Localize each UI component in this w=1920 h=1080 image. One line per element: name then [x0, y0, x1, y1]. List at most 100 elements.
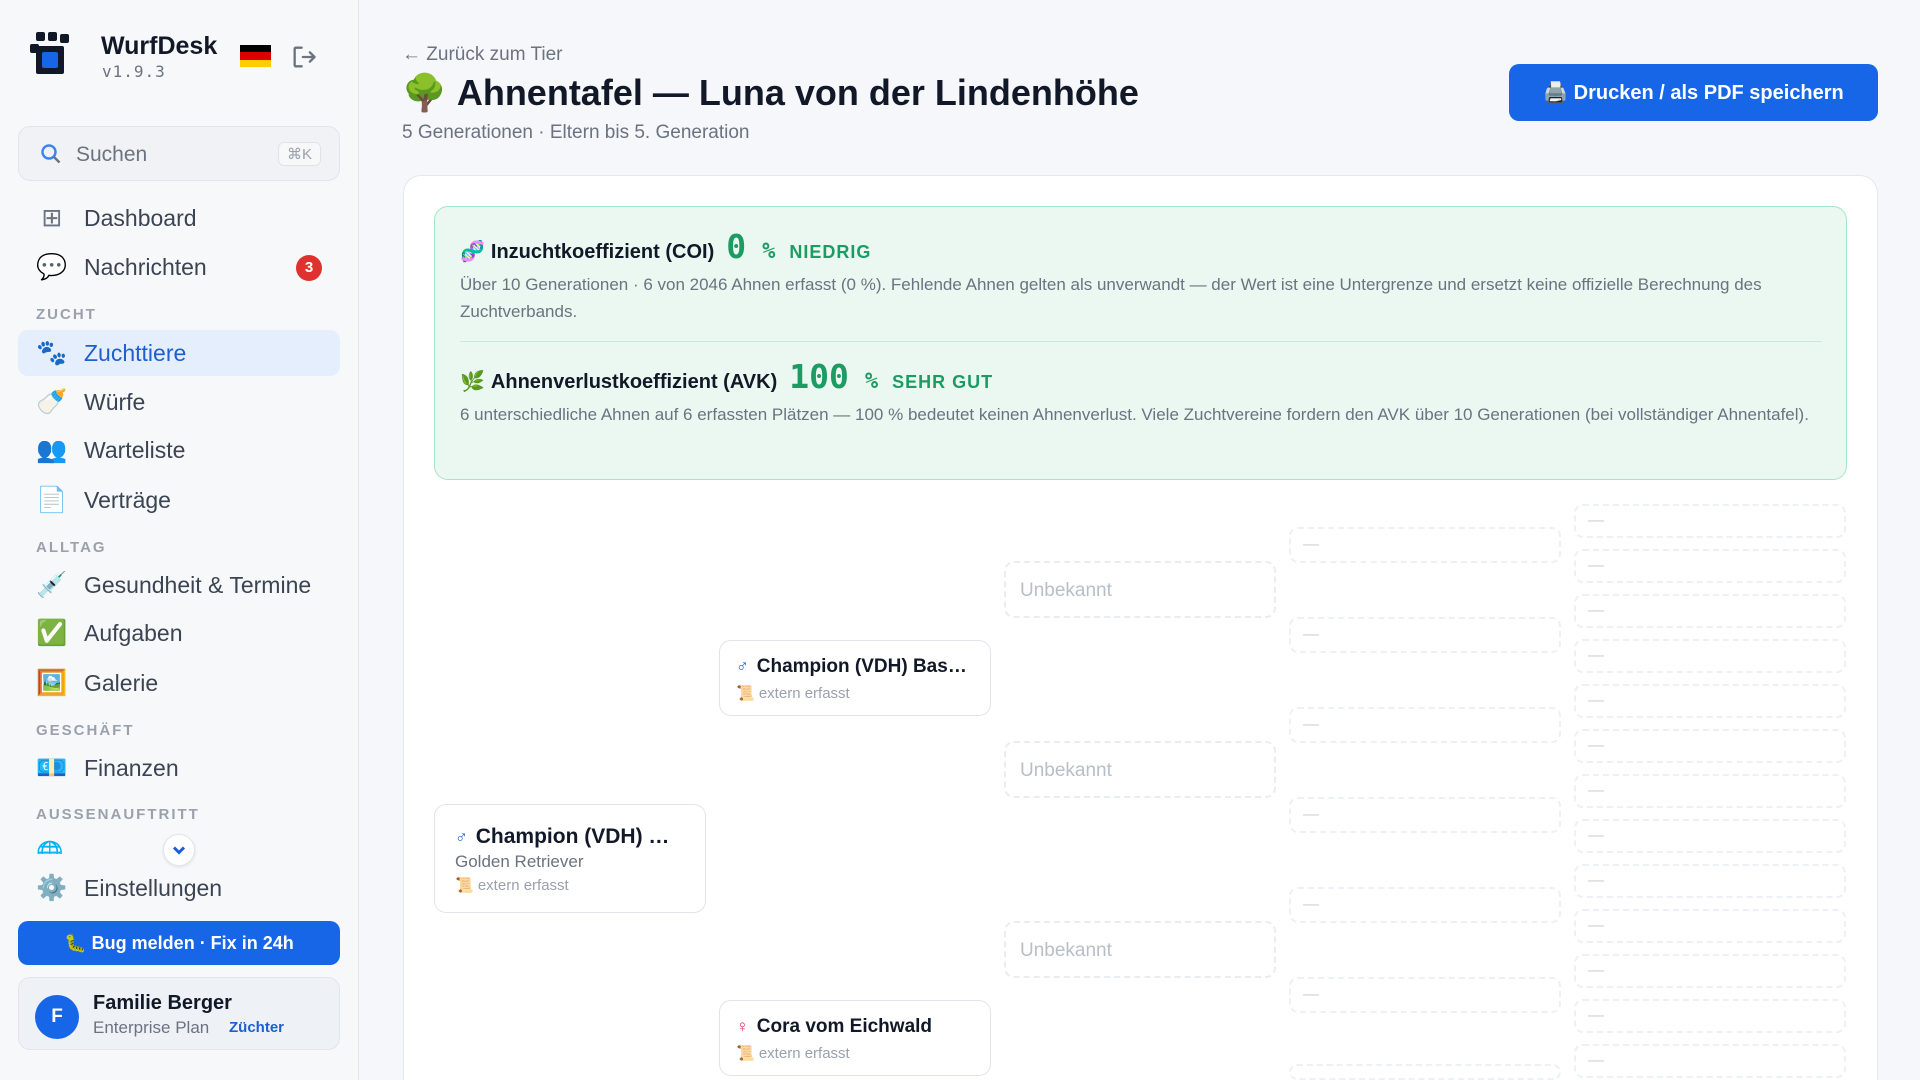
bug-report-button[interactable]: 🐛 Bug melden · Fix in 24h [18, 921, 340, 965]
search-icon [41, 144, 61, 164]
search-input[interactable]: Suchen ⌘K [18, 126, 340, 181]
pedigree-sire[interactable]: ♂ Champion (VDH) … Golden Retriever 📜 ex… [434, 804, 706, 913]
dna-icon: 🧬 [460, 241, 485, 263]
pedigree-sire-source: 📜 extern erfasst [455, 877, 569, 894]
nav-wuerfe[interactable]: 🍼 Würfe [18, 379, 340, 425]
male-icon: ♂ [736, 657, 749, 676]
nav-warteliste-label: Warteliste [84, 436, 186, 463]
nav-settings-label: Einstellungen [84, 874, 223, 901]
coi-row: 🧬 Inzuchtkoeffizient (COI) 0 % NIEDRIG [460, 227, 871, 266]
app-version: v1.9.3 [102, 62, 166, 81]
nav-settings[interactable]: ⚙️ Einstellungen [18, 865, 340, 911]
pedigree-granddam[interactable]: ♀ Cora vom Eichwald 📜 extern erfasst [719, 1000, 991, 1076]
nav-galerie[interactable]: 🖼️ Galerie [18, 660, 340, 706]
page-title: 🌳 Ahnentafel — Luna von der Lindenhöhe [402, 72, 1139, 114]
pedigree-empty: — [1289, 617, 1561, 653]
avk-row: 🌿 Ahnenverlustkoeffizient (AVK) 100 % SE… [460, 357, 993, 396]
nav-gesundheit[interactable]: 💉 Gesundheit & Termine [18, 562, 340, 608]
scroll-down-button[interactable] [163, 834, 195, 866]
nav-vertraege[interactable]: 📄 Verträge [18, 477, 340, 523]
logout-icon[interactable] [290, 43, 318, 71]
sidebar: WurfDesk v1.9.3 Suchen ⌘K ⊞ Dashboard 💬 … [0, 0, 359, 1080]
pedigree-unknown[interactable]: Unbekannt [1004, 741, 1276, 798]
user-card[interactable]: F Familie Berger Enterprise Plan Züchter [18, 977, 340, 1050]
pedigree-empty: — [1574, 684, 1846, 718]
pedigree-empty: — [1289, 527, 1561, 563]
divider [460, 341, 1822, 342]
nav-aufgaben-label: Aufgaben [84, 619, 183, 646]
document-icon: 📄 [36, 485, 68, 514]
section-alltag: ALLTAG [36, 539, 107, 556]
pedigree-empty [1289, 1064, 1561, 1080]
pedigree-grandsire[interactable]: ♂ Champion (VDH) Bas… 📜 extern erfasst [719, 640, 991, 716]
user-role: Züchter [229, 1019, 285, 1036]
nav-zuchttiere-label: Zuchttiere [84, 339, 187, 366]
avk-rating: SEHR GUT [892, 372, 994, 392]
baby-bottle-icon: 🍼 [36, 387, 68, 416]
male-icon: ♂ [455, 828, 468, 847]
nav-dashboard-label: Dashboard [84, 204, 197, 231]
pedigree-granddam-header: ♀ Cora vom Eichwald [736, 1016, 980, 1038]
coefficients-panel: 🧬 Inzuchtkoeffizient (COI) 0 % NIEDRIG Ü… [434, 206, 1847, 480]
pedigree-empty: — [1574, 819, 1846, 853]
picture-icon: 🖼️ [36, 668, 68, 697]
pedigree-unknown[interactable]: Unbekannt [1004, 921, 1276, 978]
app-name: WurfDesk [101, 32, 218, 60]
nav-zuchttiere[interactable]: 🐾 Zuchttiere [18, 330, 340, 376]
syringe-icon: 💉 [36, 570, 68, 599]
section-geschaeft: GESCHÄFT [36, 722, 135, 739]
search-shortcut: ⌘K [277, 142, 321, 166]
pedigree-grandsire-name: Champion (VDH) Bas… [756, 656, 967, 677]
pedigree-empty: — [1574, 774, 1846, 808]
search-placeholder: Suchen [76, 143, 148, 166]
herb-icon: 🌿 [460, 371, 485, 393]
nav-finanzen[interactable]: 💶 Finanzen [18, 745, 340, 791]
nav-galerie-label: Galerie [84, 669, 159, 696]
gear-icon: ⚙️ [36, 873, 68, 902]
female-icon: ♀ [736, 1017, 749, 1036]
pedigree-unknown[interactable]: Unbekannt [1004, 561, 1276, 618]
coi-rating: NIEDRIG [789, 242, 872, 262]
money-icon: 💶 [36, 753, 68, 782]
pedigree-empty: — [1574, 1044, 1846, 1078]
user-name: Familie Berger [93, 992, 232, 1014]
page-subtitle: 5 Generationen · Eltern bis 5. Generatio… [402, 122, 750, 143]
pedigree-empty: — [1289, 707, 1561, 743]
pedigree-empty: — [1574, 864, 1846, 898]
nav-warteliste[interactable]: 👥 Warteliste [18, 427, 340, 473]
pedigree-empty: — [1574, 504, 1846, 538]
nav-finanzen-label: Finanzen [84, 754, 179, 781]
avk-description: 6 unterschiedliche Ahnen auf 6 erfassten… [460, 405, 1809, 424]
pedigree-empty: — [1574, 549, 1846, 583]
pedigree-empty: — [1289, 887, 1561, 923]
people-icon: 👥 [36, 435, 68, 464]
print-button[interactable]: 🖨️ Drucken / als PDF speichern [1509, 64, 1878, 121]
pedigree-granddam-name: Cora vom Eichwald [756, 1016, 933, 1037]
back-link[interactable]: ← Zurück zum Tier [402, 44, 562, 66]
coi-value: 0 [726, 227, 747, 266]
nav-gesundheit-label: Gesundheit & Termine [84, 571, 312, 598]
pedigree-empty: — [1574, 729, 1846, 763]
avk-unit: % [864, 369, 879, 394]
pedigree-empty: — [1574, 999, 1846, 1033]
nav-dashboard[interactable]: ⊞ Dashboard [18, 195, 340, 241]
section-aussenauftritt: AUSSENAUFTRITT [36, 806, 200, 823]
nav-aufgaben[interactable]: ✅ Aufgaben [18, 610, 340, 656]
tree-icon: 🌳 [402, 72, 447, 113]
nav-messages[interactable]: 💬 Nachrichten 3 [18, 244, 340, 290]
coi-description: Über 10 Generationen · 6 von 2046 Ahnen … [460, 275, 1762, 321]
messages-badge: 3 [296, 255, 322, 281]
chevron-down-icon [172, 846, 186, 855]
pedigree-grandsire-header: ♂ Champion (VDH) Bas… [736, 656, 980, 678]
pedigree-empty: — [1289, 977, 1561, 1013]
pedigree-empty: — [1289, 797, 1561, 833]
pedigree-empty: — [1574, 639, 1846, 673]
nav-vertraege-label: Verträge [84, 486, 171, 513]
coi-unit: % [762, 239, 776, 264]
paw-icon: 🐾 [36, 338, 68, 367]
avk-value: 100 [789, 357, 849, 396]
german-flag-icon[interactable] [240, 45, 271, 67]
app-logo[interactable] [30, 32, 74, 76]
dashboard-icon: ⊞ [41, 203, 63, 232]
checkmark-icon: ✅ [36, 618, 68, 647]
